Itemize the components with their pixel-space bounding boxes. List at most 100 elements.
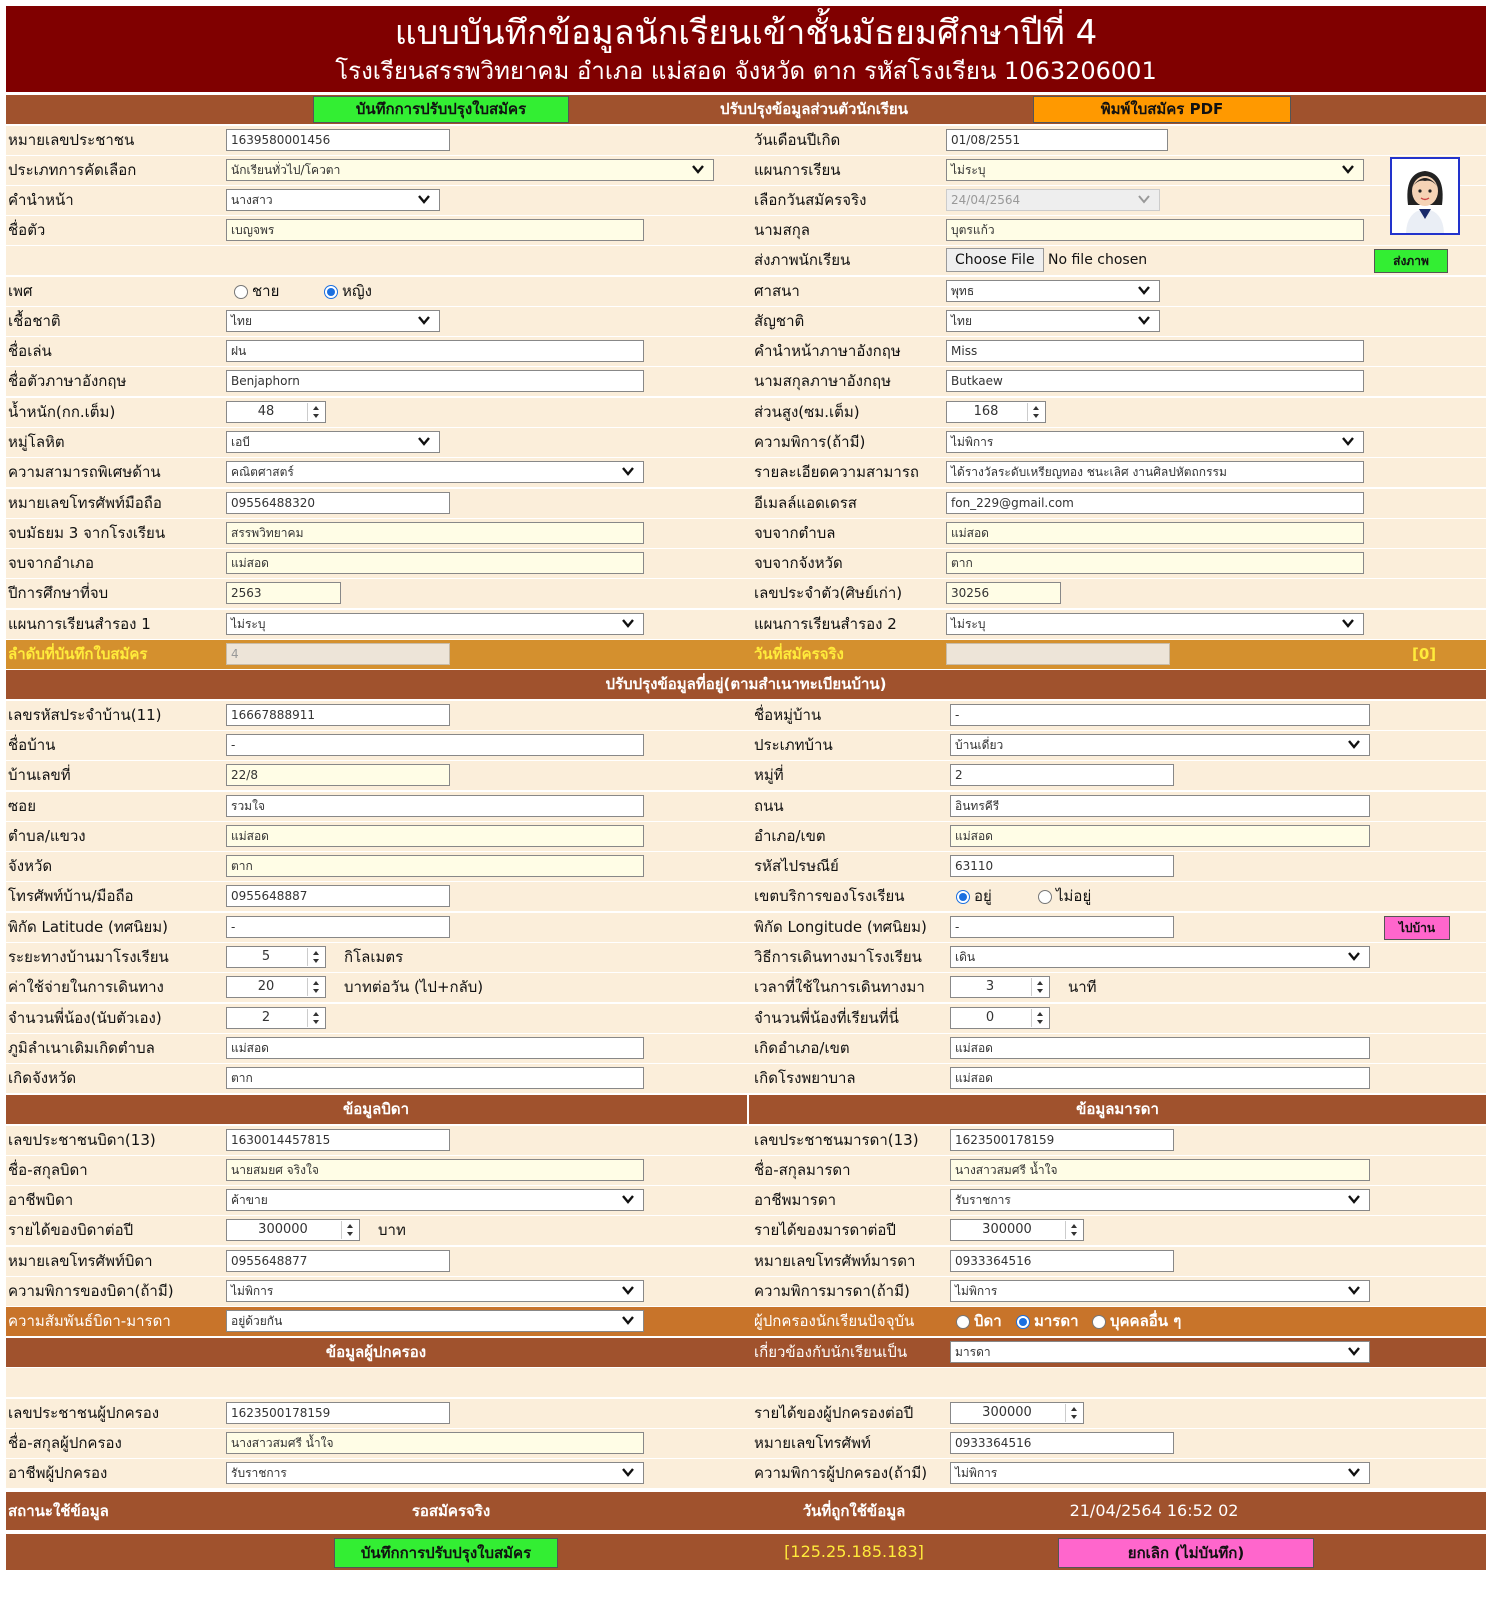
id-input[interactable]: 1639580001456 <box>226 129 450 151</box>
grad-year-input[interactable]: 2563 <box>226 582 341 604</box>
travel-time-stepper[interactable]: 3 <box>950 976 1050 998</box>
spinner-icon[interactable] <box>307 948 324 966</box>
moo-input[interactable]: 2 <box>950 764 1174 786</box>
guardian-other-radio[interactable]: บุคคลอื่น ๆ <box>1092 1307 1181 1336</box>
disability-select[interactable]: ไม่พิการ <box>946 431 1364 453</box>
grad-district-input[interactable]: แม่สอด <box>226 552 644 574</box>
district-input[interactable]: แม่สอด <box>950 825 1370 847</box>
cancel-button[interactable]: ยกเลิก (ไม่บันทึก) <box>1058 1538 1314 1568</box>
relation-select[interactable]: อยู่ด้วยกัน <box>226 1310 644 1332</box>
house-no-input[interactable]: 22/8 <box>226 764 450 786</box>
alt-plan1-select[interactable]: ไม่ระบุ <box>226 613 644 635</box>
blood-select[interactable]: เอบี <box>226 431 440 453</box>
guardian-disability-select[interactable]: ไม่พิการ <box>950 1462 1370 1484</box>
firstname-input[interactable]: เบญจพร <box>226 219 644 241</box>
guardian-father-radio[interactable]: บิดา <box>956 1307 1002 1336</box>
save-top-button[interactable]: บันทึกการปรับปรุงใบสมัคร <box>313 96 569 123</box>
spinner-icon[interactable] <box>1065 1404 1082 1422</box>
talent-detail-input[interactable]: ได้รางวัลระดับเหรียญทอง ชนะเลิศ งานศิลปห… <box>946 461 1364 483</box>
siblings-school-stepper[interactable]: 0 <box>950 1007 1050 1029</box>
alt-plan2-select[interactable]: ไม่ระบุ <box>946 613 1364 635</box>
guardian-mother-radio[interactable]: มารดา <box>1016 1307 1079 1336</box>
lastname-input[interactable]: บุตรแก้ว <box>946 219 1364 241</box>
travel-cost-stepper[interactable]: 20 <box>226 976 326 998</box>
mother-id-input[interactable]: 1623500178159 <box>950 1129 1174 1151</box>
go-home-button[interactable]: ไปบ้าน <box>1384 916 1450 940</box>
service-out-radio[interactable]: ไม่อยู่ <box>1038 882 1091 911</box>
lng-input[interactable]: - <box>950 916 1174 938</box>
home-phone-input[interactable]: 0955648887 <box>226 885 450 907</box>
spinner-icon[interactable] <box>307 978 324 996</box>
m3-school-input[interactable]: สรรพวิทยาคม <box>226 522 644 544</box>
grad-subdistrict-input[interactable]: แม่สอด <box>946 522 1364 544</box>
spinner-icon[interactable] <box>307 403 324 421</box>
eng-firstname-input[interactable]: Benjaphorn <box>226 370 644 392</box>
ethnicity-select[interactable]: ไทย <box>226 310 440 332</box>
birth-province-input[interactable]: ตาก <box>226 1067 644 1089</box>
birth-district-input[interactable]: แม่สอด <box>950 1037 1370 1059</box>
postcode-input[interactable]: 63110 <box>950 855 1174 877</box>
choose-file-button[interactable]: Choose File <box>946 248 1044 272</box>
dob-input[interactable]: 01/08/2551 <box>946 129 1168 151</box>
study-plan-select[interactable]: ไม่ระบุ <box>946 159 1364 181</box>
service-in-radio[interactable]: อยู่ <box>956 882 992 911</box>
spinner-icon[interactable] <box>1031 978 1048 996</box>
house-name-input[interactable]: - <box>226 734 644 756</box>
father-job-select[interactable]: ค้าขาย <box>226 1189 644 1211</box>
mother-job-select[interactable]: รับราชการ <box>950 1189 1370 1211</box>
prefix-select[interactable]: นางสาว <box>226 189 440 211</box>
guardian-phone-input[interactable]: 0933364516 <box>950 1432 1174 1454</box>
print-pdf-button[interactable]: พิมพ์ใบสมัคร PDF <box>1033 96 1291 123</box>
father-phone-input[interactable]: 0955648877 <box>226 1250 450 1272</box>
mother-disability-select[interactable]: ไม่พิการ <box>950 1280 1370 1302</box>
gender-female-radio[interactable]: หญิง <box>324 277 372 306</box>
father-income-stepper[interactable]: 300000 <box>226 1219 360 1241</box>
spinner-icon[interactable] <box>1065 1221 1082 1239</box>
siblings-stepper[interactable]: 2 <box>226 1007 326 1029</box>
grad-province-input[interactable]: ตาก <box>946 552 1364 574</box>
selection-type-select[interactable]: นักเรียนทั่วไป/โควตา <box>226 159 714 181</box>
eng-prefix-input[interactable]: Miss <box>946 340 1364 362</box>
father-id-input[interactable]: 1630014457815 <box>226 1129 450 1151</box>
house-type-select[interactable]: บ้านเดี่ยว <box>950 734 1370 756</box>
email-input[interactable]: fon_229@gmail.com <box>946 492 1364 514</box>
subdistrict-input[interactable]: แม่สอด <box>226 825 644 847</box>
guardian-name-input[interactable]: นางสาวสมศรี น้ำใจ <box>226 1432 644 1454</box>
birth-subdistrict-input[interactable]: แม่สอด <box>226 1037 644 1059</box>
nationality-select[interactable]: ไทย <box>946 310 1160 332</box>
mobile-input[interactable]: 09556488320 <box>226 492 450 514</box>
guardian-id-input[interactable]: 1623500178159 <box>226 1402 450 1424</box>
religion-select[interactable]: พุทธ <box>946 280 1160 302</box>
guardian-related-select[interactable]: มารดา <box>950 1341 1370 1363</box>
student-no-input[interactable]: 30256 <box>946 582 1061 604</box>
weight-stepper[interactable]: 48 <box>226 401 326 423</box>
soi-input[interactable]: รวมใจ <box>226 795 644 817</box>
eng-lastname-input[interactable]: Butkaew <box>946 370 1364 392</box>
spinner-icon[interactable] <box>307 1009 324 1027</box>
lat-input[interactable]: - <box>226 916 450 938</box>
father-disability-select[interactable]: ไม่พิการ <box>226 1280 644 1302</box>
spinner-icon[interactable] <box>1031 1009 1048 1027</box>
apply-date-select[interactable]: 24/04/2564 <box>946 189 1160 211</box>
mother-income-stepper[interactable]: 300000 <box>950 1219 1084 1241</box>
spinner-icon[interactable] <box>1027 403 1044 421</box>
house-code-input[interactable]: 16667888911 <box>226 704 450 726</box>
road-input[interactable]: อินทรคีรี <box>950 795 1370 817</box>
mother-name-input[interactable]: นางสาวสมศรี น้ำใจ <box>950 1159 1370 1181</box>
guardian-job-select[interactable]: รับราชการ <box>226 1462 644 1484</box>
gender-male-radio[interactable]: ชาย <box>234 277 279 306</box>
travel-method-select[interactable]: เดิน <box>950 946 1370 968</box>
father-name-input[interactable]: นายสมยศ จริงใจ <box>226 1159 644 1181</box>
nickname-input[interactable]: ฝน <box>226 340 644 362</box>
village-name-input[interactable]: - <box>950 704 1370 726</box>
spinner-icon[interactable] <box>341 1221 358 1239</box>
send-photo-button[interactable]: ส่งภาพ <box>1374 249 1448 273</box>
province-input[interactable]: ตาก <box>226 855 644 877</box>
talent-select[interactable]: คณิตศาสตร์ <box>226 461 644 483</box>
birth-hospital-input[interactable]: แม่สอด <box>950 1067 1370 1089</box>
guardian-income-stepper[interactable]: 300000 <box>950 1402 1084 1424</box>
distance-stepper[interactable]: 5 <box>226 946 326 968</box>
save-bottom-button[interactable]: บันทึกการปรับปรุงใบสมัคร <box>334 1538 558 1568</box>
mother-phone-input[interactable]: 0933364516 <box>950 1250 1174 1272</box>
height-stepper[interactable]: 168 <box>946 401 1046 423</box>
